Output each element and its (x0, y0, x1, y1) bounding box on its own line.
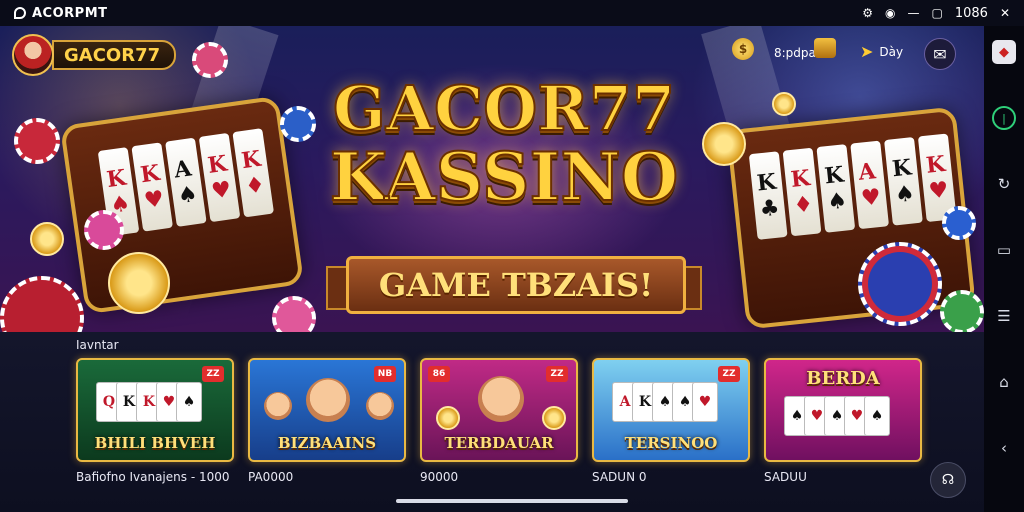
game-caption: Bafiofno Ivanajens - 1000 (76, 470, 230, 484)
coin-icon: $ (732, 38, 754, 60)
card-fan: A K ♠ ♠ ♥ (612, 382, 718, 422)
hud-chest[interactable] (814, 38, 836, 58)
poker-chip (272, 296, 316, 332)
hero-title-line2: KASSINO (329, 138, 679, 216)
card-fan: ♠ ♥ ♠ ♥ ♠ (784, 396, 890, 436)
list-icon[interactable]: ☰ (992, 304, 1016, 328)
hud-day[interactable]: ➤ Dày (860, 42, 903, 61)
game-caption: 90000 (420, 470, 459, 484)
home-icon[interactable]: ⌂ (992, 370, 1016, 394)
hero-banner: K ♠ K ♥ A ♠ K ♥ K ♦ K ♣ K ♦ K ♠ A ♥ K ♠ K ♥ GACOR77… (0, 26, 984, 332)
settings-icon[interactable]: ⚙ (862, 7, 873, 19)
clock-text: 1086 (954, 5, 988, 21)
window-icon[interactable]: ▢ (932, 7, 943, 19)
hero-ribbon-text: GAME TBZAIS! (378, 266, 654, 304)
game-card[interactable]: ZZ Q K K ♥ ♠ BHILI BHVEH (76, 358, 234, 462)
wifi-icon[interactable]: ◉ (885, 7, 895, 19)
section-title: Iavntar (76, 338, 119, 352)
brand-pill[interactable]: GACOR77 (52, 40, 177, 70)
poker-chip (84, 210, 124, 250)
app-brand: ACORPMT (14, 6, 108, 21)
hud-time[interactable]: $ (732, 38, 754, 60)
home-indicator[interactable] (396, 499, 628, 503)
mail-button[interactable]: ✉ (924, 38, 956, 70)
character-face (264, 392, 292, 420)
game-card[interactable]: BERDA ♠ ♥ ♠ ♥ ♠ (764, 358, 922, 462)
card-badge: ZZ (546, 366, 568, 382)
app-name: ACORPMT (32, 5, 108, 21)
gold-coin (30, 222, 64, 256)
reel: K ♦ (232, 128, 275, 218)
character-face (478, 376, 524, 422)
support-button[interactable]: ☊ (930, 462, 966, 498)
window-controls: ⚙ ◉ — ▢ 1086 ✕ (862, 6, 1010, 21)
reel: A ♥ (850, 140, 890, 230)
back-square-icon[interactable]: ▭ (992, 238, 1016, 262)
poker-chip (280, 106, 316, 142)
card-badge: NB (374, 366, 396, 382)
game-caption: SADUN 0 (592, 470, 647, 484)
game-card[interactable]: 86 ZZ TERBDAUAR (420, 358, 578, 462)
character-face (366, 392, 394, 420)
app-icon[interactable]: ◆ (992, 40, 1016, 64)
back-arrow-icon[interactable]: ‹ (992, 436, 1016, 460)
avatar[interactable] (12, 34, 54, 76)
game-captions: Bafiofno Ivanajens - 1000 PA0000 90000 S… (76, 470, 922, 484)
hero-logo: GACOR77 KASSINO (314, 72, 694, 216)
reel: K ♠ (816, 144, 856, 233)
character-face (306, 378, 350, 422)
record-icon[interactable]: | (992, 106, 1016, 130)
gold-coin (772, 92, 796, 116)
card-badge: ZZ (202, 366, 224, 382)
game-title: BERDA (806, 368, 880, 389)
poker-chip (942, 206, 976, 240)
game-caption: SADUU (764, 470, 807, 484)
game-list: ZZ Q K K ♥ ♠ BHILI BHVEH NB BIZBAAINS 86… (76, 358, 922, 462)
game-caption: PA0000 (248, 470, 294, 484)
bird-icon: ➤ (860, 42, 874, 61)
hud-day-text: Dày (879, 44, 904, 59)
hud-time-label: 8:pdpa (774, 46, 816, 60)
minimize-icon[interactable]: — (908, 7, 920, 19)
hero-title-line1: GACOR77 (332, 72, 676, 145)
game-card[interactable]: NB BIZBAAINS (248, 358, 406, 462)
app-logo-icon (14, 7, 26, 19)
rotate-icon[interactable]: ↻ (992, 172, 1016, 196)
slot-machine-left: K ♠ K ♥ A ♠ K ♥ K ♦ (59, 95, 305, 315)
poker-chip (14, 118, 60, 164)
mail-icon: ✉ (933, 44, 947, 64)
playing-card: ♠ (864, 396, 890, 436)
gold-coin (702, 122, 746, 166)
gold-coin (108, 252, 170, 314)
close-icon[interactable]: ✕ (1000, 7, 1010, 19)
game-card[interactable]: ZZ A K ♠ ♠ ♥ TERSINOO (592, 358, 750, 462)
system-rail: ◆ | ↻ ▭ ☰ ⌂ ‹ (984, 26, 1024, 512)
poker-chip (0, 276, 84, 332)
reel: K ♠ (884, 136, 923, 226)
game-title: TERBDAUAR (444, 434, 554, 452)
playing-card: ♠ (176, 382, 202, 422)
game-title: TERSINOO (624, 434, 718, 452)
gold-coin (436, 406, 460, 430)
treasure-chest-icon (814, 38, 836, 58)
card-badge: ZZ (718, 366, 740, 382)
reel: K ♣ (748, 151, 788, 240)
poker-chip (940, 290, 984, 332)
poker-chip (192, 42, 228, 78)
slot-reels: K ♣ K ♦ K ♠ A ♥ K ♠ K ♥ (748, 133, 957, 240)
playing-card: ♥ (692, 382, 718, 422)
status-bar: ACORPMT ⚙ ◉ — ▢ 1086 ✕ (0, 0, 1024, 26)
game-title: BIZBAAINS (277, 434, 377, 452)
card-fan: Q K K ♥ ♠ (96, 382, 202, 422)
slot-reels: K ♠ K ♥ A ♠ K ♥ K ♦ (97, 128, 275, 237)
hud-time-text: 8:pdpa (774, 46, 816, 60)
reel: K ♦ (782, 147, 822, 237)
gold-coin (542, 406, 566, 430)
game-title: BHILI BHVEH (94, 434, 216, 452)
headset-icon: ☊ (941, 472, 955, 488)
hero-ribbon[interactable]: GAME TBZAIS! (346, 256, 686, 314)
poker-chip (858, 242, 942, 326)
card-badge: 86 (428, 366, 450, 382)
